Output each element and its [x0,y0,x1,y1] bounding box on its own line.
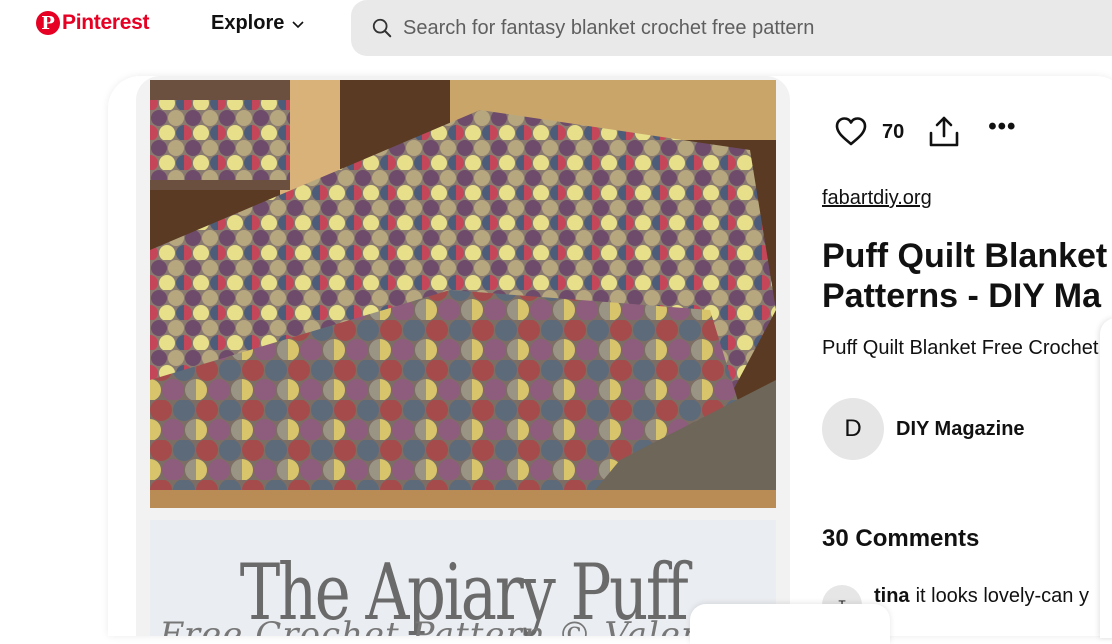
pin-actions: 70 ••• [834,114,1016,150]
chevron-down-icon [292,20,304,28]
creator-name[interactable]: DIY Magazine [896,418,1025,441]
search-icon [372,18,392,38]
share-icon[interactable] [926,114,962,150]
pin-description: Puff Quilt Blanket Free Crochet [822,337,1099,359]
explore-menu-button[interactable]: Explore [211,12,306,35]
pinterest-wordmark: Pinterest [62,11,150,34]
more-icon[interactable]: ••• [988,115,1016,139]
comment-text: it looks lovely-can y [915,585,1089,607]
pinterest-logo[interactable]: P Pinterest [36,10,149,36]
creator[interactable]: D DIY Magazine [822,398,1025,460]
avatar[interactable]: D [822,398,884,460]
comments-heading[interactable]: 30 Comments [822,525,979,553]
pinterest-logo-icon: P [36,11,60,35]
heart-icon[interactable] [834,115,868,149]
image-banner: The Apiary Puff Free Crochet Pattern © V… [150,520,776,636]
blanket-photo [150,80,776,508]
explore-label: Explore [211,12,285,34]
banner-subtitle: Free Crochet Pattern © Valerie L [159,615,767,636]
pin-title-line-2: Patterns - DIY Ma [822,277,1102,315]
top-nav: P Pinterest Explore [0,0,1112,62]
pin-title: Puff Quilt Blanket Patterns - DIY Ma [822,236,1112,316]
bottom-popover-edge [690,604,890,644]
like-count: 70 [882,120,905,143]
side-panel-edge [1100,318,1112,638]
pin-image[interactable]: The Apiary Puff Free Crochet Pattern © V… [136,76,790,636]
source-link[interactable]: fabartdiy.org [822,187,932,210]
search-input[interactable] [403,16,1103,40]
search-bar[interactable] [351,0,1112,56]
pin-title-line-1: Puff Quilt Blanket [822,237,1108,275]
